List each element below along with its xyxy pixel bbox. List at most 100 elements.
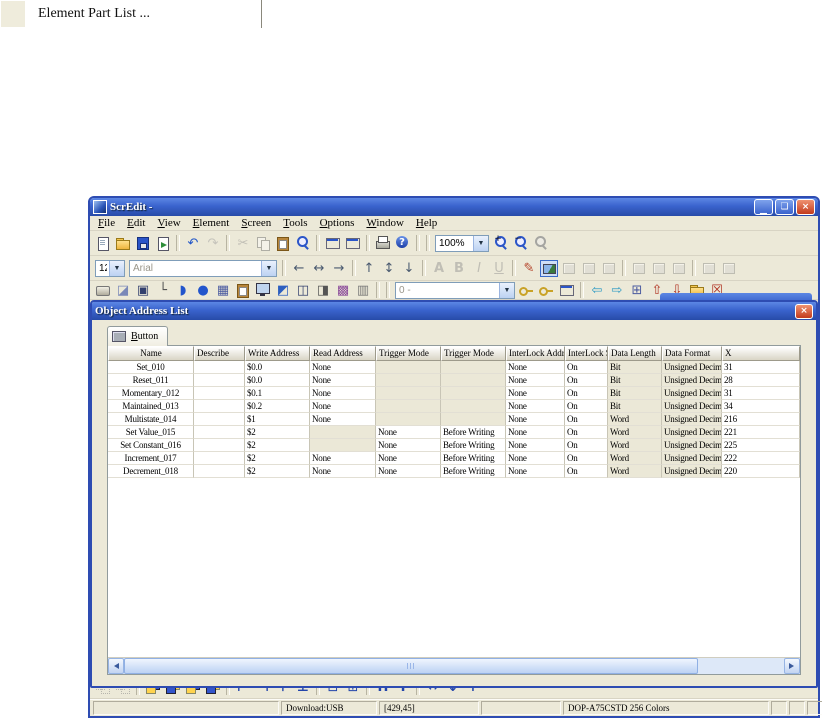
table-cell[interactable]: None (310, 413, 376, 426)
column-header-trigger-mode[interactable]: Trigger Mode (376, 346, 441, 361)
table-cell[interactable]: None (506, 465, 565, 478)
table-cell[interactable]: On (565, 387, 608, 400)
table-cell[interactable]: None (310, 374, 376, 387)
table-cell[interactable] (441, 361, 506, 374)
minimize-button[interactable]: ▁ (754, 199, 773, 215)
state-setup-button[interactable] (518, 282, 536, 299)
column-header-data-length[interactable]: Data Length (608, 346, 662, 361)
picture-mode-button[interactable] (540, 260, 558, 277)
table-cell[interactable]: Set Value_015 (108, 426, 194, 439)
table-cell[interactable]: Unsigned Decimal (662, 465, 722, 478)
table-row[interactable]: Set Constant_016$2NoneBefore WritingNone… (108, 439, 800, 452)
font-size-select[interactable]: 12▼ (95, 260, 125, 277)
text-align-right-button[interactable]: → (330, 260, 348, 277)
table-cell[interactable] (376, 374, 441, 387)
table-cell[interactable]: On (565, 361, 608, 374)
table-cell[interactable] (194, 361, 245, 374)
table-cell[interactable]: 31 (722, 361, 800, 374)
alarm-tool[interactable]: ◨ (314, 282, 332, 299)
table-cell[interactable]: On (565, 374, 608, 387)
menu-edit[interactable]: Edit (121, 217, 151, 229)
scroll-right-button[interactable] (784, 658, 800, 674)
paste-button[interactable] (274, 235, 292, 252)
font-color-button[interactable]: A (430, 260, 448, 277)
table-cell[interactable]: $0.2 (245, 400, 310, 413)
table-cell[interactable]: $2 (245, 465, 310, 478)
help-button[interactable] (394, 235, 412, 252)
next-screen-button[interactable]: ⇨ (608, 282, 626, 299)
chevron-down-icon[interactable]: ▼ (109, 261, 124, 276)
table-cell[interactable]: $2 (245, 452, 310, 465)
keyboard-tool[interactable]: ▥ (354, 282, 372, 299)
table-row[interactable]: Decrement_018$2NoneNoneBefore WritingNon… (108, 465, 800, 478)
prev-screen-button[interactable]: ⇦ (588, 282, 606, 299)
table-row[interactable]: Increment_017$2NoneNoneBefore WritingNon… (108, 452, 800, 465)
table-cell[interactable]: 225 (722, 439, 800, 452)
table-cell[interactable]: $2 (245, 426, 310, 439)
table-cell[interactable]: Unsigned Decimal (662, 400, 722, 413)
table-cell[interactable]: $2 (245, 439, 310, 452)
table-cell[interactable]: 220 (722, 465, 800, 478)
table-cell[interactable]: None (310, 400, 376, 413)
table-cell[interactable]: Unsigned Decimal (662, 374, 722, 387)
dialog-titlebar[interactable]: Object Address List × (92, 302, 816, 320)
table-cell[interactable] (376, 387, 441, 400)
table-row[interactable]: Set Value_015$2NoneBefore WritingNoneOnW… (108, 426, 800, 439)
table-cell[interactable] (441, 400, 506, 413)
window-cascade-button[interactable] (344, 235, 362, 252)
screen-manager-button[interactable]: ⊞ (628, 282, 646, 299)
table-cell[interactable] (194, 400, 245, 413)
table-cell[interactable]: Momentary_012 (108, 387, 194, 400)
property-table-button[interactable] (558, 282, 576, 299)
table-cell[interactable]: None (506, 413, 565, 426)
chevron-down-icon[interactable]: ▼ (261, 261, 276, 276)
element-frame-button[interactable] (580, 260, 598, 277)
redo-button[interactable]: ↷ (204, 235, 222, 252)
rotate-button[interactable] (670, 260, 688, 277)
text-align-bottom-button[interactable]: ↓ (400, 260, 418, 277)
table-cell[interactable]: Unsigned Decimal (662, 439, 722, 452)
table-cell[interactable]: Before Writing (441, 452, 506, 465)
table-cell[interactable]: None (310, 387, 376, 400)
scroll-left-button[interactable] (108, 658, 124, 674)
table-cell[interactable] (441, 374, 506, 387)
flip-vertical-button[interactable] (650, 260, 668, 277)
column-header-describe[interactable]: Describe (194, 346, 245, 361)
table-cell[interactable]: None (376, 439, 441, 452)
indicator-tool[interactable]: ◪ (114, 282, 132, 299)
table-cell[interactable]: Before Writing (441, 426, 506, 439)
table-cell[interactable]: $0.0 (245, 361, 310, 374)
curve-tool[interactable] (254, 282, 272, 299)
restore-button[interactable]: ❏ (775, 199, 794, 215)
menu-element[interactable]: Element (187, 217, 236, 229)
chart-tool[interactable]: ◩ (274, 282, 292, 299)
flip-horizontal-button[interactable] (630, 260, 648, 277)
table-cell[interactable]: None (376, 426, 441, 439)
menu-help[interactable]: Help (410, 217, 443, 229)
table-cell[interactable] (310, 439, 376, 452)
table-cell[interactable] (194, 426, 245, 439)
table-cell[interactable]: $1 (245, 413, 310, 426)
shadow-style-button[interactable] (720, 260, 738, 277)
table-cell[interactable]: Bit (608, 361, 662, 374)
font-select[interactable]: Arial▼ (129, 260, 277, 277)
italic-button[interactable]: I (470, 260, 488, 277)
table-cell[interactable]: On (565, 413, 608, 426)
text-align-middle-button[interactable]: ↕ (380, 260, 398, 277)
column-header-name[interactable]: Name (108, 346, 194, 361)
table-cell[interactable]: None (506, 374, 565, 387)
table-cell[interactable]: None (310, 452, 376, 465)
table-cell[interactable] (194, 439, 245, 452)
table-cell[interactable]: On (565, 452, 608, 465)
table-cell[interactable] (194, 465, 245, 478)
table-cell[interactable]: None (310, 361, 376, 374)
circle-meter-tool[interactable]: ● (194, 282, 212, 299)
zoom-select[interactable]: 100%▼ (435, 235, 489, 252)
save-button[interactable] (134, 235, 152, 252)
table-cell[interactable]: On (565, 465, 608, 478)
table-cell[interactable] (194, 452, 245, 465)
menu-item-element-part-list[interactable]: Element Part List ... (26, 6, 150, 22)
table-cell[interactable]: None (506, 426, 565, 439)
save-as-button[interactable] (154, 235, 172, 252)
table-cell[interactable]: None (506, 452, 565, 465)
